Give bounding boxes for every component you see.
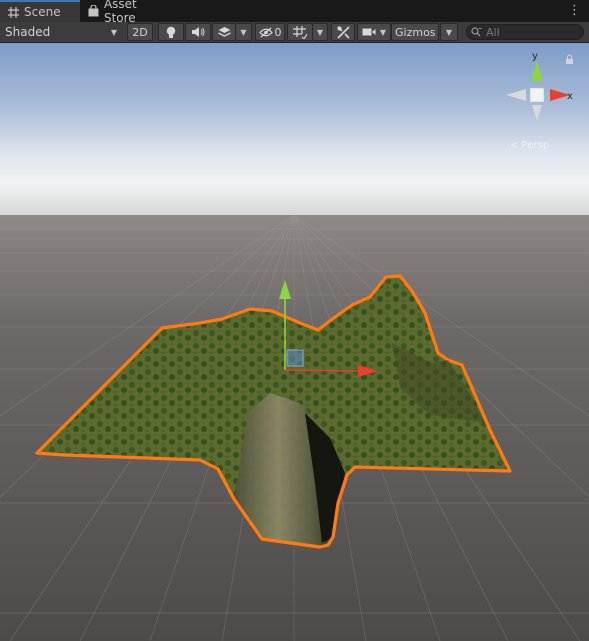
tab-scene-label: Scene [24,5,61,19]
grid-snap-icon [293,25,307,39]
skybox [0,43,589,223]
scene-search-field[interactable] [466,24,584,40]
scene-toolbar: Shaded ▼ 2D ▼ 0 ▼ ▼ Gizmos ▼ All [0,22,589,43]
search-input[interactable] [486,25,574,39]
tab-scene[interactable]: Scene [0,0,80,22]
search-icon [471,27,482,37]
grid-dropdown-button[interactable]: ▼ [313,23,328,41]
grid-icon [8,6,19,18]
gizmos-toggle-button[interactable]: Gizmos [391,23,439,41]
scene-window: Scene Asset Store ⋮ Shaded ▼ 2D ▼ 0 ▼ ▼ … [0,0,589,641]
tab-bar: Scene Asset Store ⋮ [0,0,589,25]
shading-mode-label: Shaded [5,25,51,39]
tools-toggle-button[interactable] [331,23,355,41]
shading-mode-dropdown[interactable]: Shaded ▼ [0,22,122,42]
gizmos-dropdown-button[interactable]: ▼ [440,23,458,41]
center-cube-icon[interactable] [529,87,545,103]
shopping-bag-icon [88,5,99,17]
lighting-toggle-button[interactable] [158,23,184,41]
gizmos-label: Gizmos [395,25,436,39]
toggle-2d-button[interactable]: 2D [127,23,153,41]
tab-asset-store[interactable]: Asset Store [80,0,180,25]
grid-toggle-button[interactable] [287,23,313,41]
chevron-down-icon: ▼ [240,27,247,37]
hidden-count-label: 0 [274,25,282,39]
scene-render[interactable]: y x < Persp [0,43,589,641]
window-menu-icon[interactable]: ⋮ [568,3,581,19]
projection-label[interactable]: < Persp [510,140,549,151]
scene-viewport[interactable]: y x < Persp [0,43,589,641]
chevron-down-icon: ▼ [445,27,453,37]
x-axis-label: x [567,91,573,102]
audio-toggle-button[interactable] [185,23,211,41]
effects-dropdown-button[interactable]: ▼ [236,23,252,41]
layers-icon [217,27,231,37]
toggle-2d-label: 2D [132,25,148,39]
hidden-objects-toggle[interactable]: 0 [255,23,285,41]
camera-settings-button[interactable]: ▼ [357,23,391,41]
speaker-icon [192,27,205,37]
camera-icon [362,28,376,36]
y-axis-label: y [532,51,538,62]
tools-icon [336,25,350,39]
x-axis-handle[interactable] [284,369,361,372]
chevron-down-icon: ▼ [316,27,324,37]
chevron-down-icon: ▼ [379,27,387,37]
light-bulb-icon [166,26,176,38]
effects-toggle-button[interactable] [212,23,236,41]
chevron-down-icon: ▼ [110,27,117,37]
eye-slash-icon [258,27,273,37]
plane-handle[interactable] [286,349,304,367]
